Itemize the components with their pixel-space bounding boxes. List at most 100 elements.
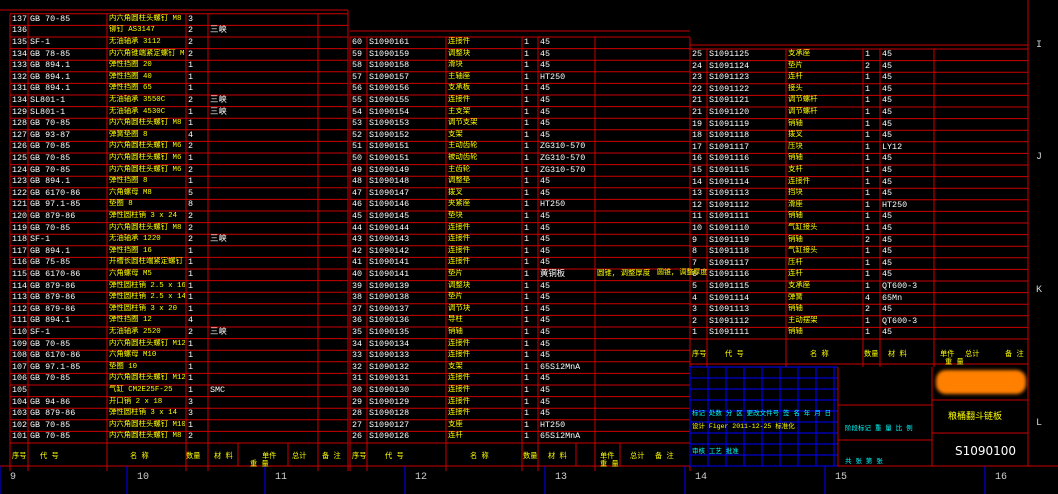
table-cell: 主支架 [448, 107, 471, 116]
table-cell: 45 [882, 176, 893, 187]
table-cell: 弹性圆柱销 3 x 14 [109, 409, 177, 418]
header-material: 材 料 [214, 453, 233, 461]
table-cell: 39 [352, 280, 363, 291]
table-cell: 弹性圆柱销 2.5 x 16 [109, 281, 185, 290]
table-cell: S1090146 [369, 199, 410, 210]
table-cell: 1 [188, 338, 194, 349]
table-cell: 滑座 [788, 200, 803, 209]
table-cell: S1090153 [369, 118, 410, 129]
table-cell: S1091111 [709, 327, 750, 338]
table-cell: 45 [882, 223, 893, 233]
table-cell: S1091110 [709, 223, 750, 233]
table-cell: S1091111 [709, 211, 750, 222]
table-cell: 45 [540, 350, 551, 361]
header-name: 名 称 [810, 351, 829, 359]
table-cell: 1 [188, 118, 194, 129]
table-cell: 1 [524, 95, 530, 105]
table-cell: 105 [12, 385, 27, 395]
table-cell: 内六角圆柱头螺钉 M6 x 20 [109, 142, 185, 151]
table-cell: S1091112 [709, 199, 750, 210]
table-cell: 45 [540, 211, 551, 221]
table-cell: 110 [12, 327, 27, 337]
table-cell: 2 [188, 327, 194, 337]
table-cell: S1090134 [369, 338, 410, 349]
table-cell: 45 [882, 327, 893, 338]
table-cell: 54 [352, 106, 363, 117]
table-cell: 1 [524, 419, 530, 430]
table-cell: 三峡 [210, 25, 227, 36]
header-seq: 序号 [12, 453, 27, 461]
table-cell: HT250 [540, 71, 566, 82]
table-cell: 32 [352, 361, 363, 372]
table-cell: 连接件 [448, 246, 471, 255]
table-cell: 65Mn [882, 292, 903, 303]
table-cell: 38 [352, 292, 363, 303]
table-cell: 47 [352, 187, 363, 198]
table-cell: SL801-1 [30, 95, 66, 105]
table-cell: GB 894.1 [30, 315, 71, 326]
table-cell: 调整块 [448, 281, 471, 290]
table-cell: 压块 [788, 142, 803, 151]
table-cell: 45 [540, 327, 551, 337]
table-cell: 1 [524, 361, 530, 372]
table-cell: 45 [540, 292, 551, 303]
table-cell: S1091119 [709, 234, 750, 245]
table-cell: S1090135 [369, 327, 410, 337]
table-cell: 4 [188, 315, 194, 326]
table-cell: 连接件 [788, 177, 811, 186]
table-cell: 19 [692, 118, 703, 129]
table-cell: 1 [865, 246, 871, 257]
table-cell: 2 [865, 304, 871, 315]
table-cell: S1090139 [369, 280, 410, 291]
table-cell: 无油轴承 3550C [109, 96, 166, 104]
table-cell: LY12 [882, 141, 903, 152]
table-cell: 45 [540, 373, 551, 384]
table-cell: S1090149 [369, 164, 410, 175]
table-cell: 131 [12, 83, 27, 94]
table-cell: S1090156 [369, 83, 410, 94]
table-cell: 垫片 [448, 293, 463, 302]
table-cell: S1091125 [709, 49, 750, 59]
table-cell: 导柱 [448, 316, 463, 325]
table-cell: 45 [882, 153, 893, 164]
table-cell: 1 [524, 71, 530, 82]
table-cell: 56 [352, 83, 363, 94]
table-cell: 112 [12, 303, 27, 314]
table-cell: 1 [188, 71, 194, 82]
table-cell: 1 [188, 83, 194, 94]
table-cell: 1 [865, 153, 871, 164]
table-cell: 109 [12, 338, 27, 349]
table-cell: GB 70-85 [30, 141, 71, 152]
table-cell: 内六角圆柱头螺钉 M12 x 45 [109, 374, 185, 383]
table-cell: 被动齿轮 [448, 154, 478, 162]
table-cell: 133 [12, 60, 27, 71]
table-cell: 45 [540, 338, 551, 349]
table-cell: 1 [524, 176, 530, 187]
table-cell: 119 [12, 222, 27, 233]
table-cell: 内六角圆柱头螺钉 M10 x 55 [109, 420, 185, 429]
table-cell: 114 [12, 280, 27, 291]
table-cell: S1090143 [369, 234, 410, 245]
table-cell: 1 [524, 118, 530, 129]
table-cell: 三峡 [210, 95, 227, 105]
table-cell: GB 879-86 [30, 211, 76, 221]
header-code: 代 号 [385, 453, 404, 461]
table-cell: 103 [12, 408, 27, 419]
table-cell: S1091121 [709, 95, 750, 106]
table-cell: 1 [524, 257, 530, 268]
table-cell: 1 [188, 292, 194, 303]
table-cell: 销轴 [788, 235, 803, 244]
remark-label: 圆锥, 调整厚度 [657, 269, 708, 277]
table-cell: GB 70-85 [30, 164, 71, 175]
table-cell: 23 [692, 72, 703, 83]
table-cell: 1 [524, 338, 530, 349]
table-cell: HT250 [882, 199, 908, 210]
table-cell: 3 [188, 13, 194, 24]
table-cell: 8 [188, 199, 194, 210]
table-cell: 43 [352, 234, 363, 245]
table-cell: 调节螺杆 [788, 108, 818, 116]
table-cell: 111 [12, 315, 27, 326]
table-cell: 53 [352, 118, 363, 129]
table-cell: 气缸 CM2E25F-25 [109, 386, 173, 394]
table-cell: 1 [524, 350, 530, 361]
